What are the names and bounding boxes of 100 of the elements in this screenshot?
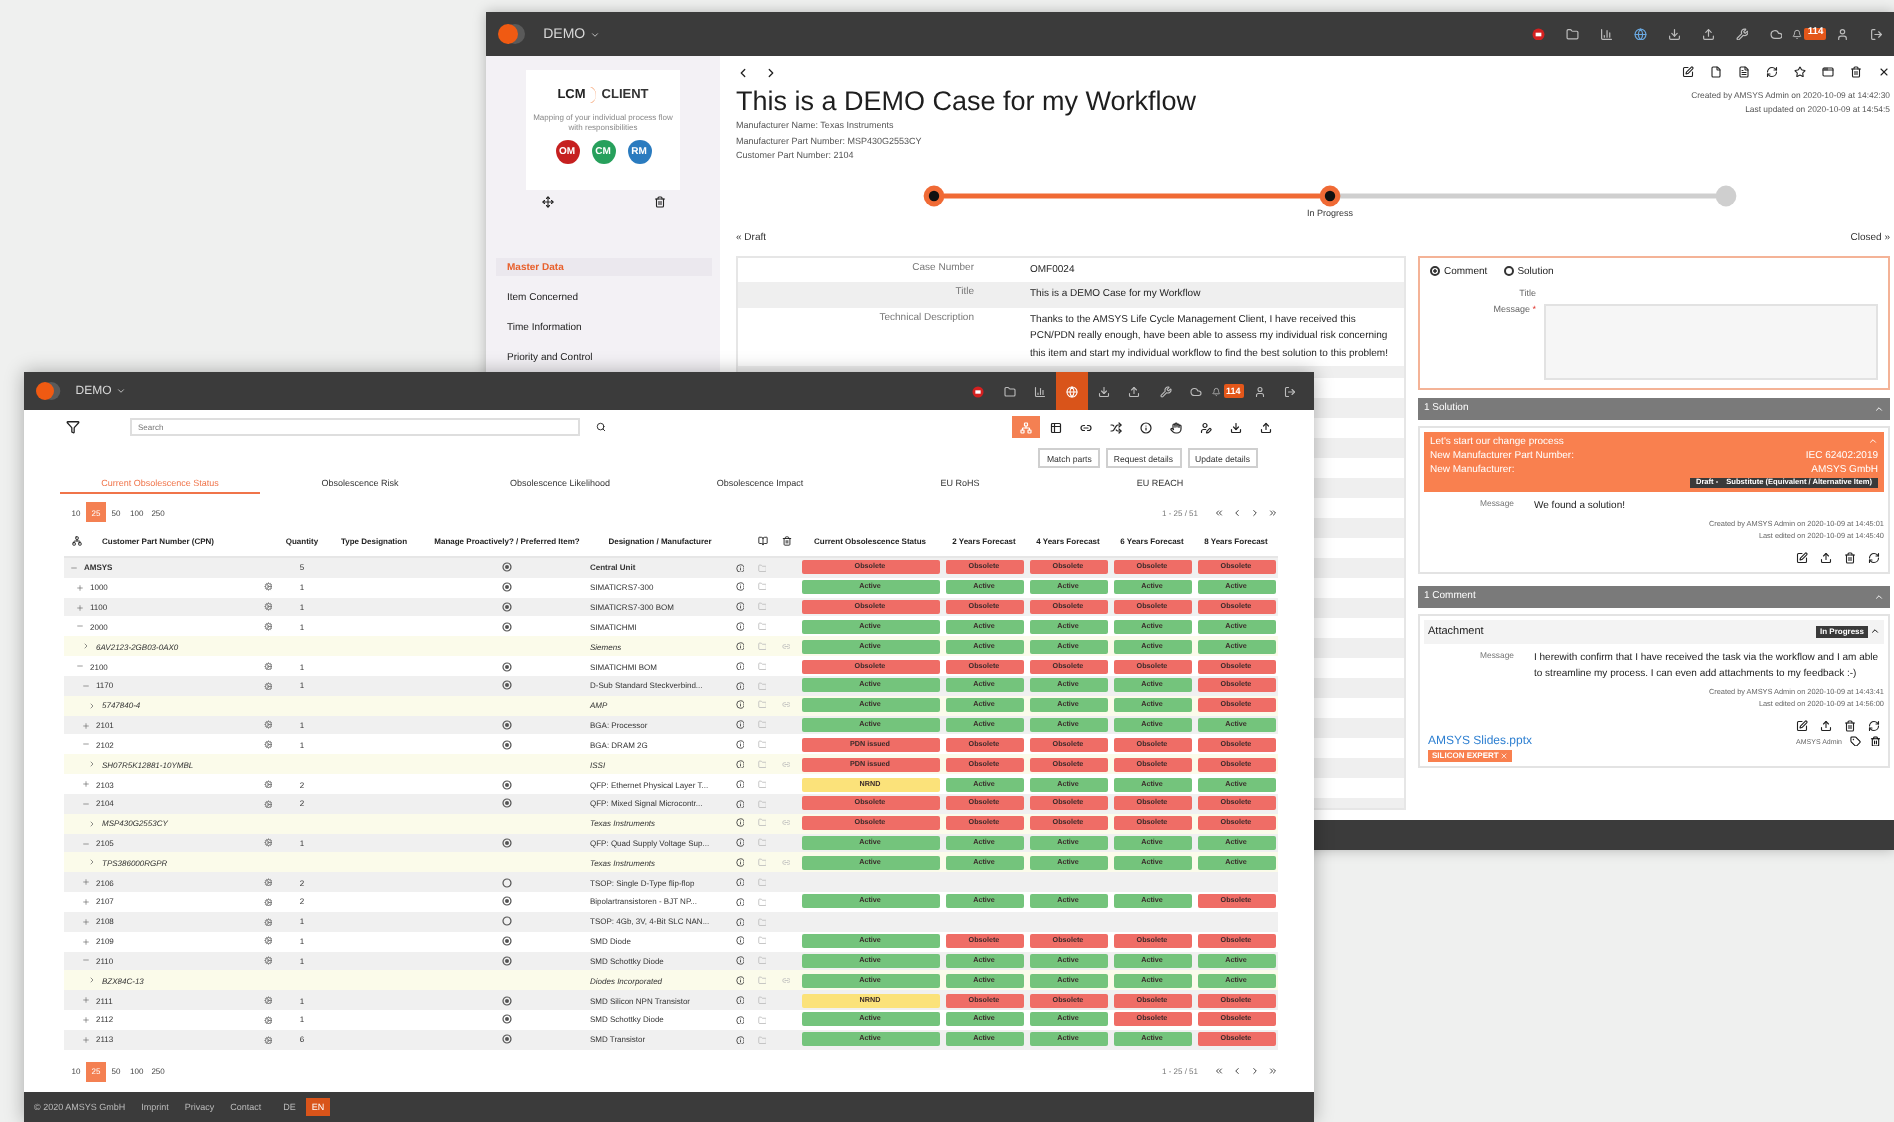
document-icon[interactable] (1738, 66, 1750, 78)
preferred-indicator[interactable] (502, 602, 512, 613)
search-button[interactable] (596, 422, 606, 432)
preferred-indicator[interactable] (502, 621, 512, 632)
first-page-icon[interactable] (1214, 507, 1224, 517)
gear-icon[interactable] (263, 838, 273, 848)
preferred-indicator[interactable] (502, 916, 512, 927)
info-icon[interactable] (735, 1035, 745, 1045)
refresh-icon[interactable] (1766, 66, 1778, 78)
move-icon[interactable] (541, 196, 553, 208)
edit-icon[interactable] (1682, 66, 1694, 78)
refresh-icon[interactable] (1868, 719, 1880, 731)
gear-icon[interactable] (263, 936, 273, 946)
edit-icon[interactable] (1796, 719, 1808, 731)
gear-icon[interactable] (263, 956, 273, 966)
preferred-indicator[interactable] (502, 955, 512, 966)
upload-icon[interactable] (1820, 719, 1832, 731)
window-icon[interactable] (1822, 66, 1834, 78)
info-icon[interactable] (735, 1015, 745, 1025)
expand-icon[interactable] (76, 583, 84, 592)
info-icon[interactable] (735, 858, 745, 868)
upload-icon[interactable] (1820, 551, 1832, 563)
expand-icon[interactable] (82, 897, 90, 906)
next-page-icon[interactable] (1250, 507, 1260, 517)
info-icon[interactable] (735, 995, 745, 1005)
back-icon[interactable] (736, 65, 750, 79)
preferred-indicator[interactable] (502, 838, 512, 848)
info-icon[interactable] (735, 602, 745, 612)
gear-icon[interactable] (263, 661, 273, 671)
star-icon[interactable] (1794, 66, 1806, 78)
close-icon[interactable] (1878, 66, 1890, 78)
info-icon[interactable] (735, 563, 745, 573)
preferred-indicator[interactable] (502, 995, 512, 1006)
filter-icon[interactable] (66, 420, 80, 434)
info-icon[interactable] (735, 641, 745, 651)
expand-icon[interactable] (82, 1035, 90, 1044)
preferred-indicator[interactable] (502, 798, 512, 809)
info-icon[interactable] (735, 779, 745, 789)
gear-icon[interactable] (263, 897, 273, 907)
gear-icon[interactable] (263, 917, 273, 927)
expand-icon[interactable] (82, 996, 90, 1005)
expand-icon[interactable] (76, 603, 84, 612)
preferred-indicator[interactable] (502, 582, 512, 593)
info-icon[interactable] (735, 740, 745, 750)
expand-icon[interactable] (82, 937, 90, 946)
info-icon[interactable] (735, 622, 745, 632)
hierarchy-icon[interactable] (72, 536, 82, 546)
info-icon[interactable] (735, 838, 745, 848)
gear-icon[interactable] (263, 622, 273, 632)
trash-icon[interactable] (1850, 66, 1862, 78)
gear-icon[interactable] (263, 779, 273, 789)
trash-icon[interactable] (653, 196, 665, 208)
preferred-indicator[interactable] (502, 779, 512, 790)
last-page-icon[interactable] (1268, 1066, 1278, 1077)
preferred-indicator[interactable] (502, 1034, 512, 1045)
gear-icon[interactable] (263, 877, 273, 887)
preferred-indicator[interactable] (502, 1014, 512, 1025)
last-page-icon[interactable] (1268, 507, 1278, 517)
gear-icon[interactable] (263, 995, 273, 1005)
info-icon[interactable] (735, 799, 745, 809)
preferred-indicator[interactable] (502, 680, 512, 691)
info-icon[interactable] (735, 956, 745, 966)
message-field[interactable] (1544, 303, 1878, 379)
forward-icon[interactable] (764, 65, 778, 79)
next-page-icon[interactable] (1250, 1066, 1260, 1077)
edit-icon[interactable] (1796, 551, 1808, 563)
info-icon[interactable] (735, 877, 745, 887)
info-icon[interactable] (735, 700, 745, 710)
gear-icon[interactable] (263, 582, 273, 592)
expand-icon[interactable] (82, 1015, 90, 1024)
gear-icon[interactable] (263, 1035, 273, 1045)
info-icon[interactable] (735, 759, 745, 769)
gear-icon[interactable] (263, 799, 273, 809)
info-icon[interactable] (735, 976, 745, 986)
trash-icon[interactable] (1869, 735, 1880, 747)
preferred-indicator[interactable] (502, 936, 512, 947)
gear-icon[interactable] (263, 681, 273, 691)
first-page-icon[interactable] (1214, 1066, 1224, 1077)
tag-icon[interactable] (1850, 735, 1861, 747)
gear-icon[interactable] (263, 740, 273, 750)
info-icon[interactable] (735, 582, 745, 592)
expand-icon[interactable] (82, 878, 90, 887)
info-icon[interactable] (735, 720, 745, 730)
info-icon[interactable] (735, 818, 745, 828)
info-icon[interactable] (735, 897, 745, 907)
info-icon[interactable] (735, 936, 745, 946)
gear-icon[interactable] (263, 602, 273, 612)
info-icon[interactable] (735, 681, 745, 691)
preferred-indicator[interactable] (502, 896, 512, 907)
trash-icon[interactable] (1844, 551, 1856, 563)
expand-icon[interactable] (82, 917, 90, 926)
info-icon[interactable] (735, 917, 745, 927)
expand-icon[interactable] (82, 780, 90, 789)
expand-icon[interactable] (82, 721, 90, 730)
preferred-indicator[interactable] (502, 661, 512, 672)
previous-page-icon[interactable] (1232, 507, 1242, 517)
gear-icon[interactable] (263, 1015, 273, 1025)
gear-icon[interactable] (263, 720, 273, 730)
refresh-icon[interactable] (1868, 551, 1880, 563)
previous-page-icon[interactable] (1232, 1066, 1242, 1077)
